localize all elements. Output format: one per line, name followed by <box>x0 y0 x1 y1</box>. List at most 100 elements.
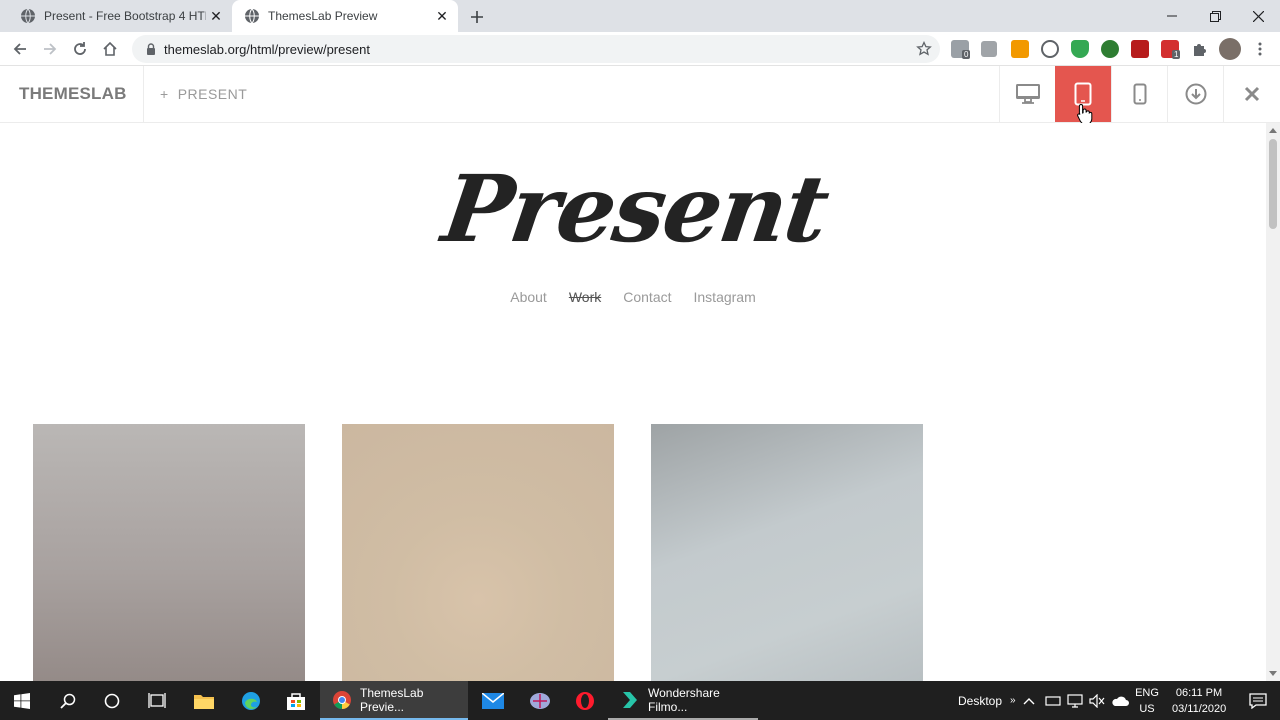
task-view-button[interactable] <box>135 681 179 720</box>
network-icon <box>1067 693 1083 708</box>
mail-icon <box>482 692 504 709</box>
portfolio-image[interactable] <box>33 424 305 681</box>
avatar[interactable] <box>1219 38 1241 60</box>
phone-icon <box>1133 83 1146 105</box>
store-button[interactable] <box>274 681 318 720</box>
tray-volume-button[interactable] <box>1086 681 1108 720</box>
menu-button[interactable] <box>1248 37 1272 61</box>
store-icon <box>287 692 305 710</box>
puzzle-icon[interactable] <box>1191 40 1209 58</box>
extension-bag-icon[interactable] <box>1011 40 1029 58</box>
clock[interactable]: 06:11 PM 03/11/2020 <box>1172 685 1226 717</box>
new-tab-button[interactable] <box>466 6 488 28</box>
portfolio-image[interactable] <box>651 424 923 681</box>
edge-button[interactable] <box>229 681 273 720</box>
tray-expand-button[interactable] <box>1018 681 1040 720</box>
browser-tabstrip: Present - Free Bootstrap 4 HTML ✕ Themes… <box>0 0 1280 32</box>
brain-icon <box>530 692 550 709</box>
task-view-icon <box>148 692 166 708</box>
extension-shield-green-icon[interactable] <box>1071 40 1089 58</box>
star-icon[interactable] <box>916 41 932 57</box>
reload-button[interactable] <box>68 37 92 61</box>
language-indicator[interactable]: ENG US <box>1134 685 1160 717</box>
address-bar[interactable]: themeslab.org/html/preview/present <box>132 35 940 63</box>
plus-icon <box>471 11 483 23</box>
extension-stack-icon[interactable] <box>981 41 997 57</box>
browser-tab[interactable]: Present - Free Bootstrap 4 HTML ✕ <box>8 0 232 32</box>
globe-icon <box>245 8 259 24</box>
extension-pdf-icon[interactable] <box>1131 40 1149 58</box>
breadcrumb[interactable]: + PRESENT <box>160 66 247 122</box>
search-button[interactable] <box>46 681 90 720</box>
taskbar-app-label: ThemesLab Previe... <box>360 685 424 714</box>
home-button[interactable] <box>98 37 122 61</box>
download-button[interactable] <box>1167 66 1223 122</box>
cortana-icon <box>104 693 120 708</box>
arrow-right-icon <box>44 43 57 55</box>
extension-badge: 0 <box>962 50 971 59</box>
region-label: US <box>1139 703 1155 715</box>
forward-button[interactable] <box>38 37 62 61</box>
tray-usb-button[interactable] <box>1042 681 1064 720</box>
brand-logo[interactable]: THEMESLAB <box>0 66 144 122</box>
tab-close-icon[interactable]: ✕ <box>432 6 452 26</box>
file-explorer-button[interactable] <box>182 681 226 720</box>
minimize-button[interactable] <box>1150 0 1194 32</box>
breadcrumb-label: PRESENT <box>177 86 248 102</box>
chrome-icon <box>333 690 351 709</box>
speaker-muted-icon <box>1089 693 1105 708</box>
desktop-toolbar[interactable]: Desktop » <box>958 681 1016 720</box>
nav-link-work[interactable]: Work <box>569 289 601 305</box>
back-button[interactable] <box>8 37 32 61</box>
search-icon <box>60 693 76 709</box>
app-button[interactable] <box>518 681 562 720</box>
nav-link-contact[interactable]: Contact <box>623 289 671 305</box>
clock-time: 06:11 PM <box>1175 687 1223 699</box>
tab-close-icon[interactable]: ✕ <box>206 6 226 26</box>
url-text: themeslab.org/html/preview/present <box>164 41 370 57</box>
extension-block-icon[interactable] <box>1041 40 1059 58</box>
chevron-icon: » <box>1010 695 1016 706</box>
action-center-button[interactable] <box>1236 681 1280 720</box>
restore-button[interactable] <box>1193 0 1237 32</box>
arrow-left-icon <box>13 43 26 55</box>
notification-icon <box>1249 692 1267 709</box>
window-close-button[interactable] <box>1236 0 1280 32</box>
scrollbar-thumb[interactable] <box>1269 139 1277 229</box>
clock-date: 03/11/2020 <box>1172 703 1227 715</box>
browser-tab-active[interactable]: ThemesLab Preview ✕ <box>232 0 458 32</box>
tray-network-button[interactable] <box>1064 681 1086 720</box>
taskbar-app-chrome[interactable]: ThemesLab Previe... <box>320 681 468 720</box>
reload-icon <box>74 42 86 55</box>
scroll-up-icon[interactable] <box>1269 128 1277 133</box>
filmora-icon <box>623 691 637 708</box>
start-button[interactable] <box>0 681 44 720</box>
more-vert-icon <box>1258 42 1262 56</box>
close-icon <box>1244 86 1260 102</box>
opera-button[interactable] <box>563 681 607 720</box>
portfolio-image[interactable] <box>342 424 614 681</box>
tray-onedrive-button[interactable] <box>1108 681 1132 720</box>
tab-title: Present - Free Bootstrap 4 HTML <box>44 9 206 23</box>
taskbar-app-label: Wondershare Filmo... <box>648 685 720 714</box>
close-preview-button[interactable] <box>1223 66 1280 122</box>
extension-globe-icon[interactable] <box>1101 40 1119 58</box>
desktop-view-button[interactable] <box>999 66 1055 122</box>
mail-button[interactable] <box>471 681 515 720</box>
taskbar-app-filmora[interactable]: Wondershare Filmo... <box>608 681 758 720</box>
lock-icon <box>147 43 155 55</box>
nav-link-instagram[interactable]: Instagram <box>694 289 756 305</box>
plus-icon: + <box>160 86 169 102</box>
folder-icon <box>194 694 214 709</box>
scrollbar[interactable] <box>1266 123 1280 681</box>
cortana-button[interactable] <box>90 681 134 720</box>
edge-icon <box>242 691 260 710</box>
scroll-down-icon[interactable] <box>1269 671 1277 676</box>
site-logo[interactable]: Present <box>432 149 839 269</box>
mobile-view-button[interactable] <box>1111 66 1167 122</box>
monitor-icon <box>1015 84 1040 104</box>
nav-link-about[interactable]: About <box>510 289 547 305</box>
cloud-icon <box>1112 696 1129 706</box>
language-label: ENG <box>1135 687 1159 699</box>
site-nav: About Work Contact Instagram <box>0 289 1266 305</box>
